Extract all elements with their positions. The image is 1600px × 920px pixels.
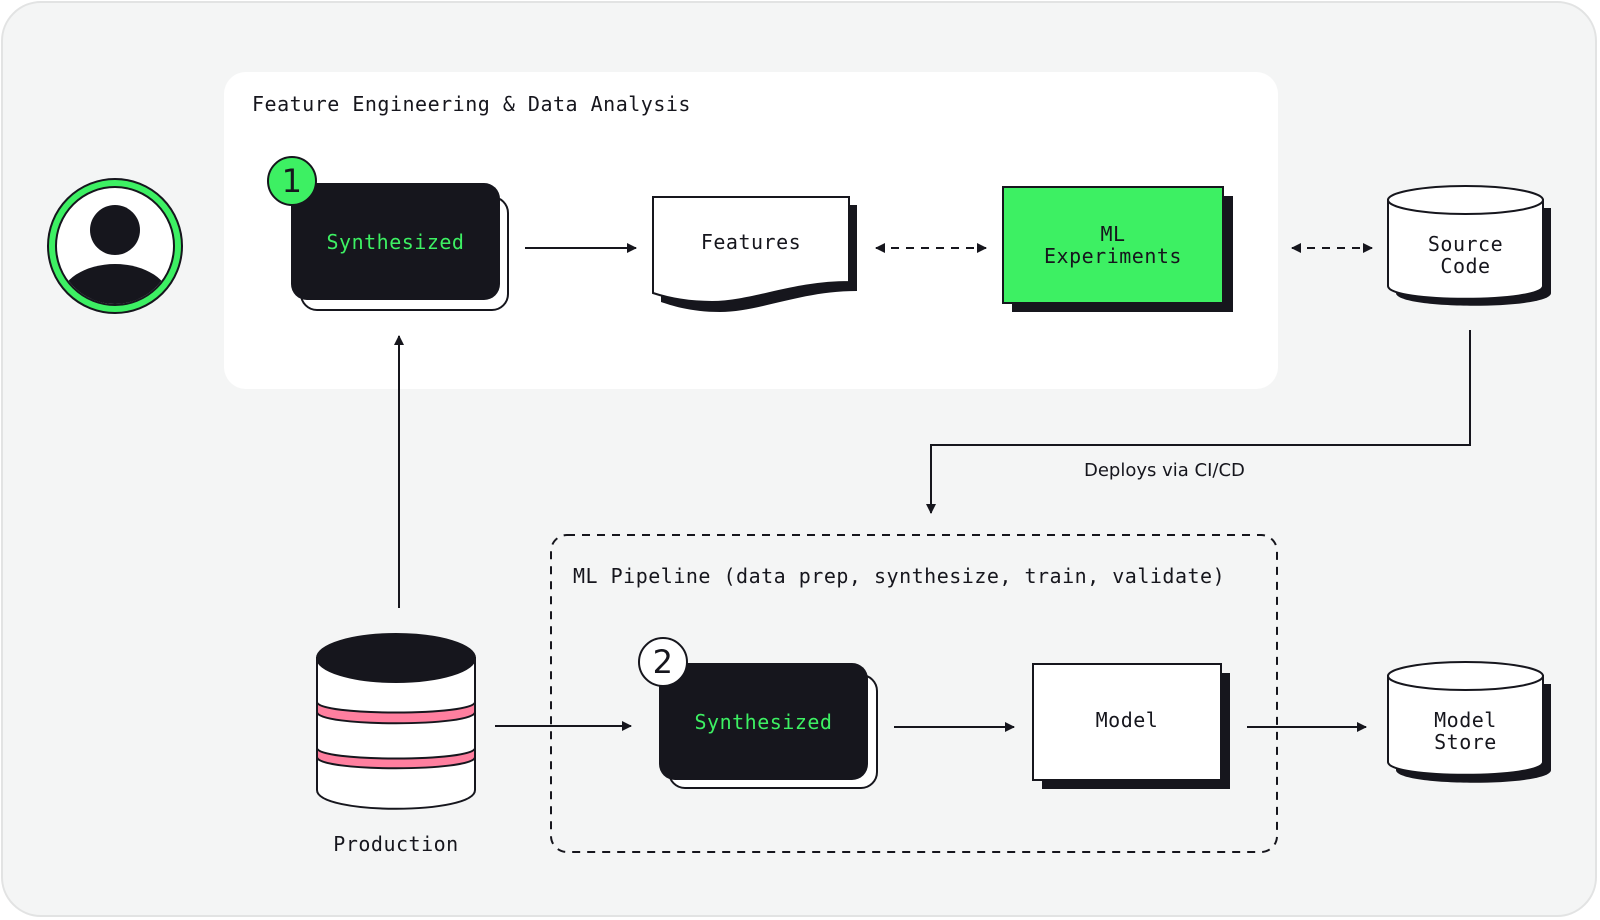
- production-database-icon[interactable]: [316, 633, 476, 810]
- ml-experiments-line2: Experiments: [1044, 244, 1182, 268]
- ml-experiments-label: ML Experiments: [1003, 187, 1223, 303]
- source-code-line2: Code: [1440, 254, 1491, 278]
- ml-experiments-line1: ML: [1100, 222, 1126, 246]
- edge-source-code-to-pipeline: [926, 330, 1471, 514]
- production-label: Production: [333, 832, 459, 856]
- source-code-line1: Source: [1427, 232, 1504, 256]
- synthesized-2-label: Synthesized: [694, 709, 833, 734]
- diagram-svg: [47, 156, 1551, 853]
- user-avatar-icon: [47, 178, 183, 314]
- features-label: Features: [700, 230, 802, 254]
- synthesized-1-label: Synthesized: [326, 229, 465, 254]
- model-label: Model: [1095, 708, 1159, 732]
- source-code-label: Source Code: [1388, 214, 1543, 296]
- model-store-line2: Store: [1434, 730, 1497, 754]
- model-store-line1: Model: [1434, 708, 1497, 732]
- model-store-label: Model Store: [1388, 690, 1543, 772]
- ml-pipeline-title: ML Pipeline (data prep, synthesize, trai…: [573, 564, 1226, 588]
- deploys-cicd-label: Deploys via CI/CD: [1084, 460, 1245, 481]
